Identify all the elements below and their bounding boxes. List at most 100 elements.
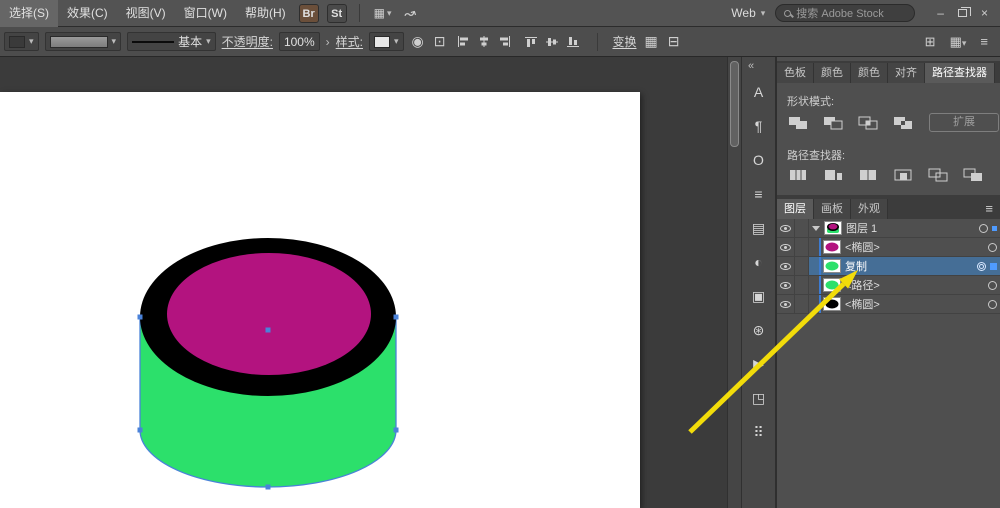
- menu-help[interactable]: 帮助(H): [236, 0, 295, 27]
- workspace-switcher[interactable]: Web ▾: [721, 6, 775, 20]
- tab-artboards[interactable]: 画板: [814, 199, 851, 219]
- merge-icon[interactable]: [855, 165, 881, 185]
- layer-row-copy[interactable]: 复制: [777, 257, 1000, 276]
- menu-window[interactable]: 窗口(W): [175, 0, 236, 27]
- vertical-scrollbar[interactable]: [727, 57, 742, 508]
- restore-icon[interactable]: [958, 9, 967, 17]
- menu-view[interactable]: 视图(V): [117, 0, 175, 27]
- layer-row-ellipse-magenta[interactable]: <椭圆>: [777, 238, 1000, 257]
- stroke-color-dropdown[interactable]: ▾: [45, 32, 122, 51]
- crop-icon[interactable]: [890, 165, 916, 185]
- layer-row-layer1[interactable]: 图层 1: [777, 219, 1000, 238]
- tab-pathfinder[interactable]: 路径查找器: [925, 63, 995, 83]
- paragraph-panel-icon[interactable]: ¶: [746, 113, 772, 139]
- align-left-icon[interactable]: [456, 35, 470, 48]
- recolor-artwork-icon[interactable]: ◉: [410, 33, 426, 50]
- symbols-panel-icon[interactable]: ▣: [746, 283, 772, 309]
- expand-button[interactable]: 扩展: [929, 113, 999, 132]
- layer-name[interactable]: <路径>: [845, 277, 880, 293]
- tab-color-guide[interactable]: 颜色: [851, 63, 888, 83]
- visibility-toggle[interactable]: [777, 276, 795, 294]
- target-circle[interactable]: [979, 224, 988, 233]
- target-circle[interactable]: [988, 300, 997, 309]
- visibility-toggle[interactable]: [777, 295, 795, 313]
- target-circle[interactable]: [988, 243, 997, 252]
- target-circle-targeted[interactable]: [977, 262, 986, 271]
- selection-indicator[interactable]: [992, 226, 997, 231]
- align-bottom-icon[interactable]: [566, 35, 580, 48]
- minus-front-icon[interactable]: [820, 113, 846, 133]
- brush-definition-dropdown[interactable]: 基本 ▾: [127, 32, 216, 51]
- bridge-button[interactable]: Br: [299, 4, 319, 23]
- tab-align[interactable]: 对齐: [888, 63, 925, 83]
- target-circle[interactable]: [988, 281, 997, 290]
- lock-toggle[interactable]: [795, 276, 809, 294]
- character-panel-icon[interactable]: A: [746, 79, 772, 105]
- layer-name[interactable]: <椭圆>: [845, 296, 880, 312]
- opentype-panel-icon[interactable]: O: [746, 147, 772, 173]
- navigator-panel-icon[interactable]: ◳: [746, 385, 772, 411]
- visibility-toggle[interactable]: [777, 257, 795, 275]
- lock-toggle[interactable]: [795, 295, 809, 313]
- panel-grid-icon[interactable]: ⊞: [925, 34, 936, 50]
- gpu-performance-icon[interactable]: ↝: [398, 5, 422, 22]
- arrange-documents-icon[interactable]: ▦ ▾: [368, 6, 398, 20]
- artboard[interactable]: [0, 92, 640, 508]
- scrollbar-thumb[interactable]: [730, 61, 739, 147]
- align-middle-icon[interactable]: [545, 35, 559, 48]
- intersect-icon[interactable]: [855, 113, 881, 133]
- tab-color[interactable]: 颜色: [814, 63, 851, 83]
- stock-button[interactable]: St: [327, 4, 347, 23]
- cylinder-top-shape[interactable]: [167, 253, 371, 375]
- transform-label[interactable]: 变换: [612, 33, 636, 50]
- panel-menu-icon[interactable]: ≡: [977, 199, 1000, 219]
- opacity-label[interactable]: 不透明度:: [222, 33, 273, 50]
- graphic-styles-panel-icon[interactable]: ⊛: [746, 317, 772, 343]
- minimize-icon[interactable]: –: [937, 6, 944, 20]
- tab-layers[interactable]: 图层: [777, 199, 814, 219]
- menu-select[interactable]: 选择(S): [0, 0, 58, 27]
- layer-name[interactable]: 复制: [845, 258, 867, 274]
- lock-toggle[interactable]: [795, 238, 809, 256]
- unite-icon[interactable]: [785, 113, 811, 133]
- minus-back-icon[interactable]: [960, 165, 986, 185]
- layer-row-path[interactable]: <路径>: [777, 276, 1000, 295]
- transform-panel-icon[interactable]: ⠿: [746, 419, 772, 445]
- layer-row-ellipse-black[interactable]: <椭圆>: [777, 295, 1000, 314]
- exclude-icon[interactable]: [890, 113, 916, 133]
- visibility-toggle[interactable]: [777, 219, 795, 237]
- align-right-icon[interactable]: [498, 35, 512, 48]
- distribute-icon[interactable]: ⊟: [666, 33, 682, 50]
- menu-effect[interactable]: 效果(C): [58, 0, 117, 27]
- close-icon[interactable]: ×: [981, 6, 988, 20]
- pasteboard[interactable]: [0, 57, 727, 508]
- appearance-panel-icon[interactable]: ▤: [746, 215, 772, 241]
- expand-triangle-icon[interactable]: [812, 226, 820, 231]
- layer-name[interactable]: <椭圆>: [845, 239, 880, 255]
- graphic-style-dropdown[interactable]: ▾: [369, 32, 404, 51]
- lock-toggle[interactable]: [795, 257, 809, 275]
- tab-swatches[interactable]: 色板: [777, 63, 814, 83]
- reference-grid-icon[interactable]: ▦: [643, 33, 660, 50]
- outline-icon[interactable]: [925, 165, 951, 185]
- visibility-toggle[interactable]: [777, 238, 795, 256]
- lock-toggle[interactable]: [795, 219, 809, 237]
- opacity-value-dropdown[interactable]: 100%: [279, 32, 320, 51]
- arrange-panel-icon[interactable]: ▦▾: [950, 34, 967, 50]
- style-label[interactable]: 样式:: [336, 33, 363, 50]
- divide-icon[interactable]: [785, 165, 811, 185]
- tab-appearance[interactable]: 外观: [851, 199, 888, 219]
- trim-icon[interactable]: [820, 165, 846, 185]
- control-menu-icon[interactable]: ≡: [980, 34, 988, 49]
- actions-panel-icon[interactable]: ▶: [746, 351, 772, 377]
- stock-search-field[interactable]: 搜索 Adobe Stock: [775, 4, 915, 22]
- fill-color-dropdown[interactable]: ▾: [4, 32, 39, 51]
- transparency-panel-icon[interactable]: ◐: [746, 249, 772, 275]
- tabs-panel-icon[interactable]: ≡: [746, 181, 772, 207]
- opacity-panel-arrow-icon[interactable]: ›: [326, 35, 330, 49]
- collapse-panels-icon[interactable]: «: [742, 57, 754, 75]
- selection-indicator[interactable]: [990, 263, 997, 270]
- align-center-icon[interactable]: [477, 35, 491, 48]
- align-top-icon[interactable]: [524, 35, 538, 48]
- layer-name[interactable]: 图层 1: [846, 220, 877, 236]
